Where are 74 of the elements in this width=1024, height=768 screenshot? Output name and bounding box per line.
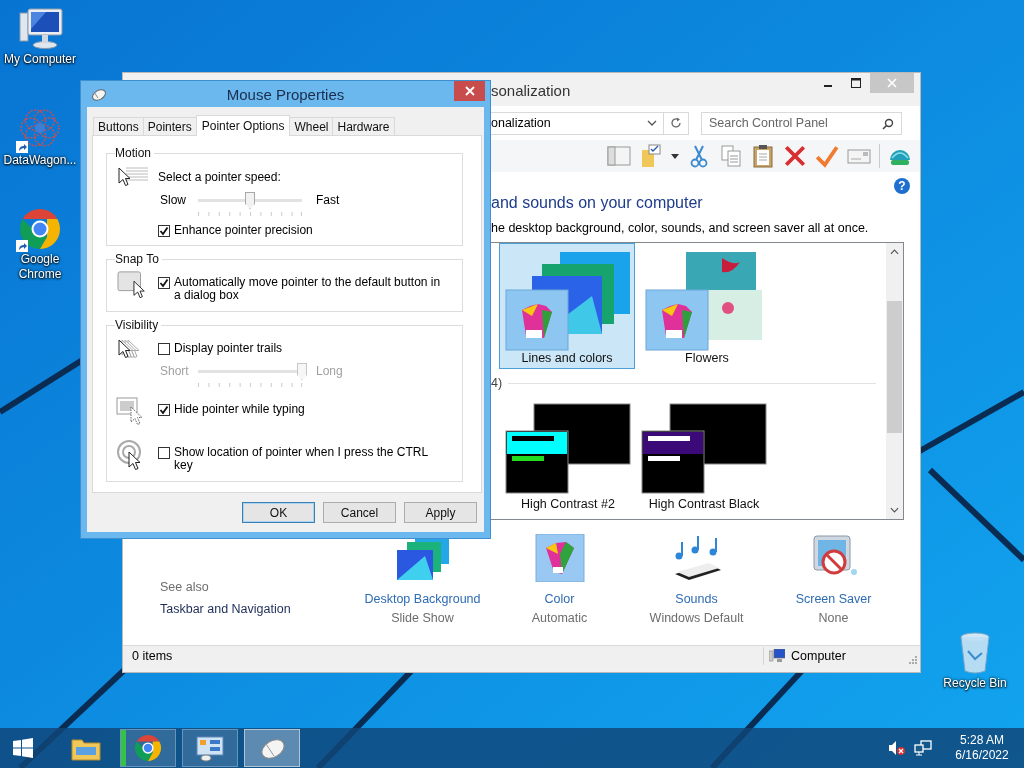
setting-link[interactable]: Sounds [675, 592, 718, 606]
dialog-button[interactable]: Apply [404, 502, 477, 523]
dialog-title: Mouse Properties [225, 86, 346, 103]
theme-tile[interactable]: High Contrast Black [641, 403, 767, 511]
mouse-icon [89, 87, 107, 101]
group-title: Snap To [115, 252, 160, 266]
group-title: Motion [115, 146, 153, 160]
chevron-down-icon[interactable] [647, 120, 657, 126]
setting-link[interactable]: Desktop Background [364, 592, 481, 606]
theme-tile[interactable]: Flowers [639, 243, 775, 369]
location-text: Computer [791, 649, 847, 663]
dialog-button[interactable]: OK [242, 502, 315, 523]
computer-icon [769, 649, 785, 663]
description-text: he desktop background, color, sounds, and screen saver all at once. [491, 221, 870, 236]
refresh-button[interactable] [663, 111, 689, 135]
help-button[interactable]: ? [894, 178, 910, 194]
setting-value: Slide Show [391, 611, 454, 625]
slider-label: Long [316, 363, 344, 379]
resize-grip-icon[interactable] [909, 656, 917, 664]
checkbox[interactable] [158, 343, 170, 355]
window-title: sonalization [491, 82, 572, 99]
checkbox[interactable] [158, 404, 170, 416]
group-title: Visibility [115, 318, 160, 332]
windows-logo-icon[interactable] [13, 738, 33, 758]
tab[interactable]: Buttons [93, 117, 144, 135]
network-icon[interactable] [914, 740, 932, 756]
setting-value: Automatic [531, 611, 588, 625]
checkbox-label[interactable]: Show location of pointer when I press the CTRL key [174, 446, 444, 472]
slider-thumb[interactable] [245, 192, 255, 209]
taskbar-button[interactable] [244, 729, 300, 767]
field-label: Select a pointer speed: [158, 170, 282, 184]
group-label: 4) [491, 376, 503, 390]
page-heading: and sounds on your computer [491, 194, 704, 212]
checkbox[interactable] [158, 447, 170, 459]
slider-label: Slow [160, 192, 187, 208]
search-icon[interactable] [882, 117, 894, 130]
checkbox[interactable] [158, 225, 170, 237]
theme-tile[interactable]: Lines and colors [499, 243, 635, 369]
clock-date[interactable]: 6/16/2022 [955, 748, 1009, 763]
slider-label: Fast [316, 192, 341, 208]
caret-icon[interactable] [671, 153, 679, 159]
setting-value: None [818, 611, 849, 625]
checkbox-label[interactable]: Enhance pointer precision [174, 224, 313, 237]
see-also-heading: See also [160, 580, 210, 594]
checkbox-label[interactable]: Hide pointer while typing [174, 403, 305, 416]
cross-icon[interactable] [783, 144, 807, 168]
clipboard-icon[interactable] [751, 144, 775, 168]
setting-value: Windows Default [649, 611, 744, 625]
refresh-icon[interactable] [670, 117, 682, 129]
scroll-up-icon[interactable] [890, 249, 899, 255]
check-icon[interactable] [815, 144, 839, 168]
checkbox[interactable] [158, 277, 170, 289]
search-field[interactable]: Search Control Panel [701, 111, 902, 135]
checkbox-label[interactable]: Automatically move pointer to the default button in a dialog box [174, 276, 444, 302]
see-also-link[interactable]: Taskbar and Navigation [160, 602, 354, 616]
clock-time[interactable]: 5:28 AM [960, 733, 1004, 748]
item-count: 0 items [132, 649, 174, 663]
tab[interactable]: Pointer Options [195, 115, 291, 136]
maximize-icon[interactable] [851, 78, 861, 88]
theme-tile[interactable]: High Contrast #2 [505, 403, 631, 511]
checkbox-label[interactable]: Display pointer trails [174, 342, 283, 355]
scrollbar[interactable] [886, 243, 903, 519]
slider-label: Short [160, 363, 190, 379]
dialog-button[interactable]: Cancel [323, 502, 396, 523]
setting-link[interactable]: Color [544, 592, 575, 606]
close-icon[interactable] [464, 86, 475, 96]
taskbar-button[interactable] [120, 729, 176, 767]
tab[interactable]: Hardware [332, 117, 395, 135]
close-button[interactable] [454, 81, 485, 101]
taskbar-button[interactable] [182, 729, 238, 767]
folder-check-icon[interactable] [639, 144, 663, 168]
scroll-down-icon[interactable] [890, 507, 899, 513]
setting-link[interactable]: Screen Saver [795, 592, 872, 606]
muted-speaker-icon[interactable] [888, 740, 906, 756]
